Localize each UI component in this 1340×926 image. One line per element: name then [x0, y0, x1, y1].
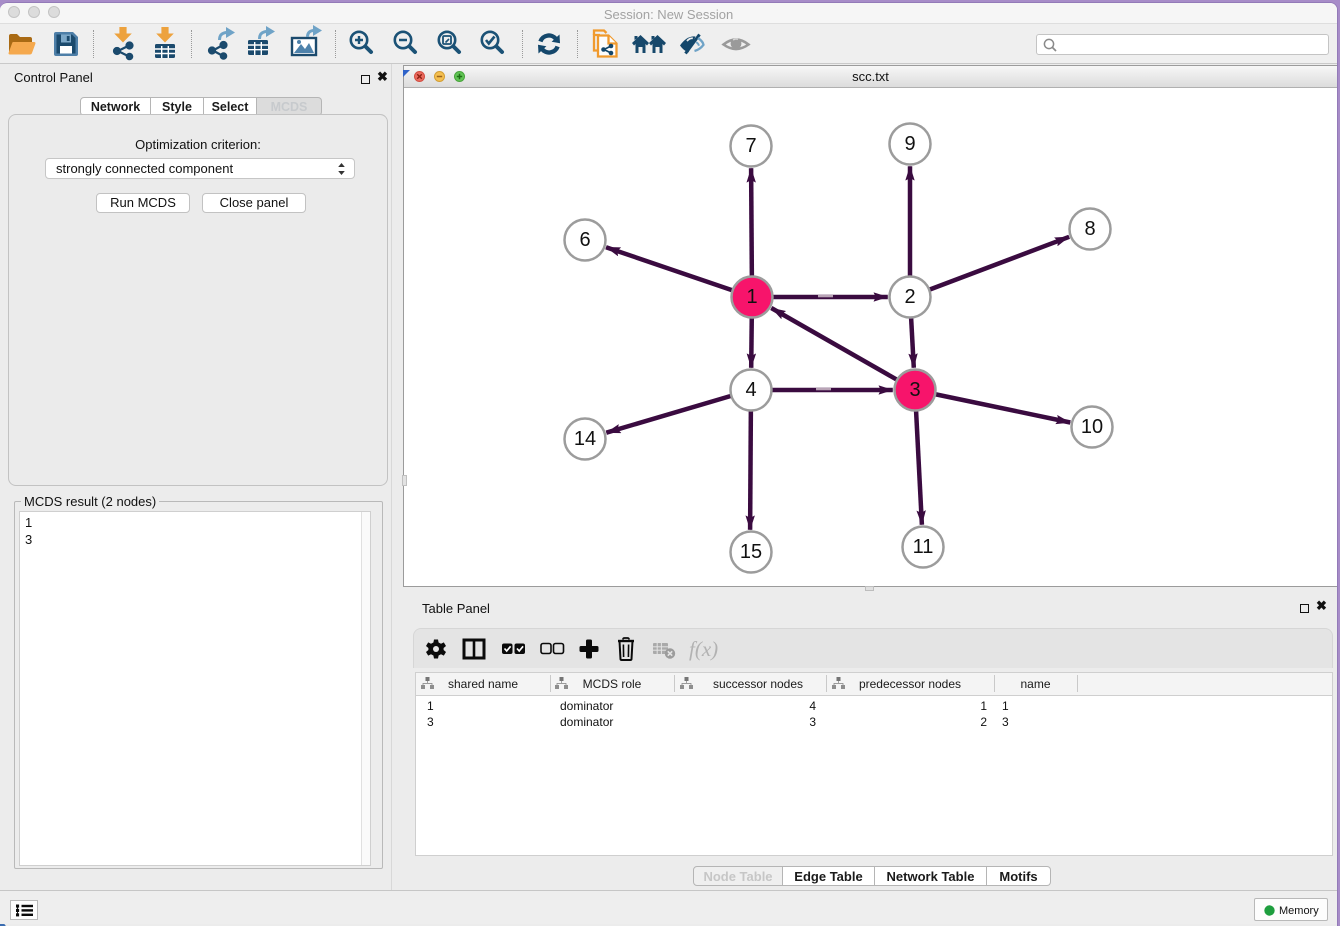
- svg-text:3: 3: [909, 379, 920, 401]
- svg-text:11: 11: [913, 536, 934, 558]
- svg-text:8: 8: [1084, 218, 1095, 240]
- svg-text:1: 1: [746, 286, 757, 308]
- svg-text:15: 15: [740, 541, 762, 563]
- svg-text:9: 9: [904, 133, 915, 155]
- svg-text:7: 7: [745, 135, 756, 157]
- svg-text:6: 6: [579, 229, 590, 251]
- svg-text:4: 4: [745, 379, 756, 401]
- svg-text:10: 10: [1081, 416, 1103, 438]
- svg-text:f(x): f(x): [689, 637, 718, 661]
- svg-text:2: 2: [904, 286, 915, 308]
- svg-text:14: 14: [574, 428, 596, 450]
